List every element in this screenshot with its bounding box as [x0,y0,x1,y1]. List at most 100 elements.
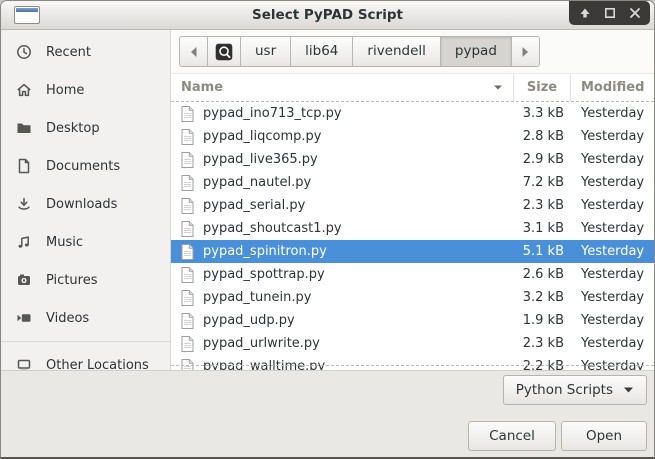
shade-button[interactable] [572,2,597,24]
filesystem-root-button[interactable] [207,36,241,67]
file-filter-dropdown[interactable]: Python Scripts [503,375,647,405]
file-modified: Yesterday [571,106,654,121]
file-row[interactable]: pypad_ino713_tcp.py3.3 kBYesterday [171,102,654,125]
file-icon [181,267,194,283]
file-name-cell: pypad_urlwrite.py [171,336,514,352]
file-row[interactable]: pypad_shoutcast1.py3.1 kBYesterday [171,217,654,240]
sidebar-item-home[interactable]: Home [1,71,170,109]
sidebar-item-videos[interactable]: Videos [1,299,170,337]
file-modified: Yesterday [571,129,654,144]
other-locations-icon [16,357,32,370]
chevron-left-icon [189,46,198,58]
file-size: 7.2 kB [514,175,571,190]
file-row[interactable]: pypad_live365.py 2.9 kBYesterday [171,148,654,171]
file-name-cell: pypad_live365.py [171,152,514,168]
file-name: pypad_liqcomp.py [203,129,322,144]
arrow-up-icon [579,7,591,19]
close-icon [629,7,641,19]
maximize-button[interactable] [597,2,622,24]
file-name: pypad_shoutcast1.py [203,221,342,236]
file-name: pypad_live365.py [203,152,318,167]
sidebar-item-music[interactable]: Music [1,223,170,261]
sidebar-item-desktop[interactable]: Desktop [1,109,170,147]
file-name-cell: pypad_liqcomp.py [171,129,514,145]
breadcrumb: usr lib64 rivendell pypad [179,36,540,67]
content-pane: usr lib64 rivendell pypad Name Size Modifie… [171,30,654,370]
path-crumb-usr[interactable]: usr [240,36,291,67]
file-name-cell: pypad_udp.py [171,313,514,329]
open-button[interactable]: Open [561,421,647,451]
file-name: pypad_urlwrite.py [203,336,320,351]
file-size: 2.8 kB [514,129,571,144]
file-row[interactable]: pypad_tunein.py3.2 kBYesterday [171,286,654,309]
file-name: pypad_spottrap.py [203,267,325,282]
sidebar-item-label: Home [46,83,84,98]
sidebar-item-label: Videos [46,311,89,326]
file-size: 3.2 kB [514,290,571,305]
file-name-cell: pypad_shoutcast1.py [171,221,514,237]
file-modified: Yesterday [571,244,654,259]
column-header-row: Name Size Modified [171,74,654,102]
file-name: pypad_walltime.py [203,359,325,370]
crumb-label: usr [255,37,276,66]
sidebar-item-recent[interactable]: Recent [1,33,170,71]
column-header-name[interactable]: Name [171,74,514,101]
sidebar-item-downloads[interactable]: Downloads [1,185,170,223]
path-scroll-left-button[interactable] [179,36,208,67]
file-row[interactable]: pypad_liqcomp.py 2.8 kBYesterday [171,125,654,148]
file-icon [181,359,194,371]
file-name-cell: pypad_spinitron.py [171,244,514,260]
file-size: 5.1 kB [514,244,571,259]
file-name-cell: pypad_ino713_tcp.py [171,106,514,122]
places-sidebar: Recent Home DesktopDocumentsDownloadsMusic… [1,30,171,370]
sidebar-item-documents[interactable]: Documents [1,147,170,185]
clock-icon [16,44,32,60]
file-row[interactable]: pypad_serial.py2.3 kBYesterday [171,194,654,217]
crumb-label: rivendell [367,37,426,66]
file-modified: Yesterday [571,290,654,305]
file-modified: Yesterday [571,336,654,351]
file-row[interactable]: pypad_udp.py1.9 kBYesterday [171,309,654,332]
harddisk-icon [215,43,233,61]
column-header-modified[interactable]: Modified [571,74,654,101]
camera-icon [16,272,32,288]
crumb-label: lib64 [305,37,338,66]
file-size: 2.6 kB [514,267,571,282]
file-size: 2.9 kB [514,152,571,167]
sort-descending-icon [493,80,503,95]
file-list: pypad_ino713_tcp.py3.3 kBYesterdaypypad_… [171,102,654,370]
cancel-button[interactable]: Cancel [468,421,556,451]
file-size: 1.9 kB [514,313,571,328]
path-crumb-rivendell[interactable]: rivendell [352,36,441,67]
file-row[interactable]: pypad_spinitron.py5.1 kBYesterday [171,240,654,263]
column-label: Modified [581,80,644,95]
path-scroll-right-button[interactable] [511,36,540,67]
file-modified: Yesterday [571,313,654,328]
close-button[interactable] [622,2,647,24]
file-size: 2.3 kB [514,198,571,213]
file-name: pypad_serial.py [203,198,305,213]
file-size: 2.3 kB [514,336,571,351]
file-name: pypad_nautel.py [203,175,311,190]
sidebar-item-other-locations[interactable]: Other Locations [1,346,170,370]
path-crumb-lib64[interactable]: lib64 [290,36,353,67]
column-header-size[interactable]: Size [514,74,571,101]
document-icon [16,158,32,174]
file-row[interactable]: pypad_nautel.py7.2 kBYesterday [171,171,654,194]
home-icon [16,82,32,98]
file-modified: Yesterday [571,152,654,167]
file-row[interactable]: pypad_walltime.py2.2 kBYesterday [171,355,654,370]
action-area: Python Scripts Cancel Open [1,370,654,459]
window-controls [569,1,650,25]
file-modified: Yesterday [571,221,654,236]
window-title: Select PyPAD Script [1,1,654,29]
file-row[interactable]: pypad_spottrap.py2.6 kBYesterday [171,263,654,286]
titlebar[interactable]: Select PyPAD Script [1,1,654,30]
file-icon [181,313,194,329]
sidebar-item-pictures[interactable]: Pictures [1,261,170,299]
crumb-label: pypad [455,37,497,66]
file-row[interactable]: pypad_urlwrite.py 2.3 kBYesterday [171,332,654,355]
path-crumb-pypad[interactable]: pypad [440,36,512,67]
file-icon [181,152,194,168]
chevron-right-icon [521,46,530,58]
